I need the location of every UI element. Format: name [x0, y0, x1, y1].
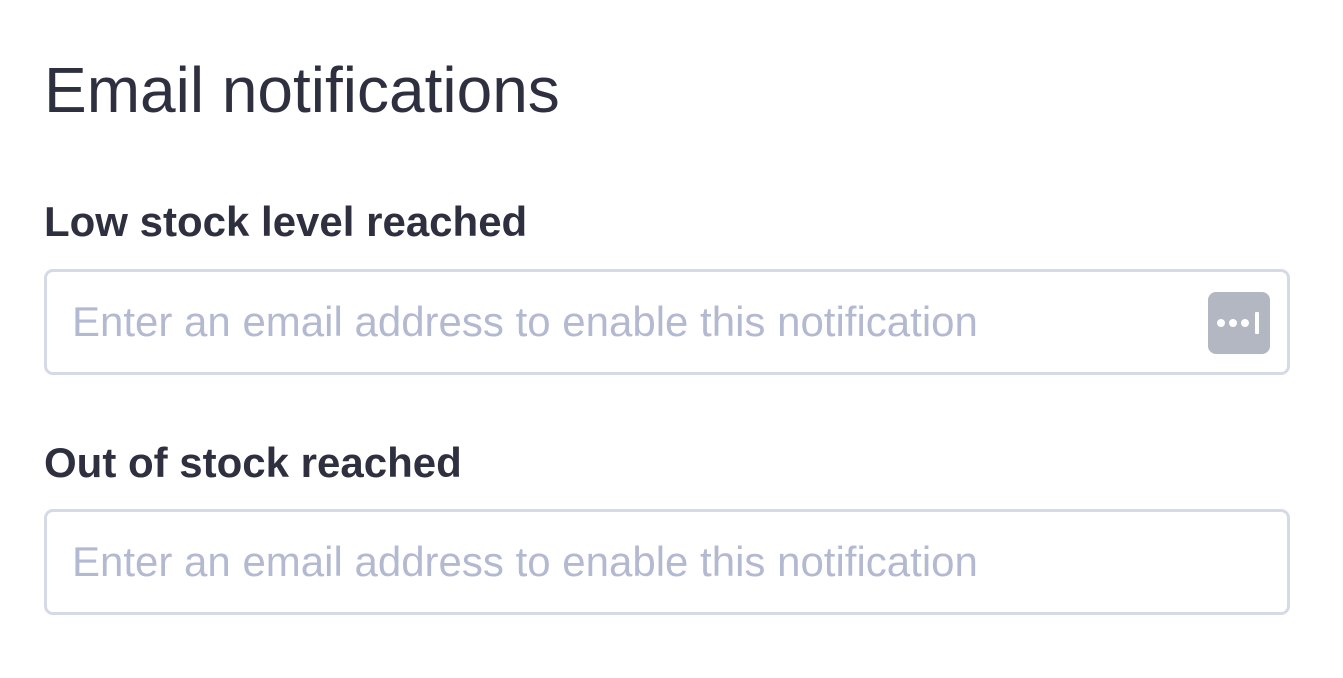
out-of-stock-email-input[interactable]: [47, 512, 1287, 612]
out-of-stock-email-field-wrapper: [44, 509, 1290, 615]
low-stock-label: Low stock level reached: [44, 198, 528, 245]
email-notifications-section: Email notifications Low stock level reac…: [0, 0, 1343, 678]
low-stock-email-field-wrapper: [44, 269, 1290, 375]
low-stock-email-input[interactable]: [47, 272, 1287, 372]
out-of-stock-label: Out of stock reached: [44, 439, 462, 486]
section-title: Email notifications: [44, 54, 560, 126]
password-manager-icon[interactable]: [1208, 292, 1270, 354]
